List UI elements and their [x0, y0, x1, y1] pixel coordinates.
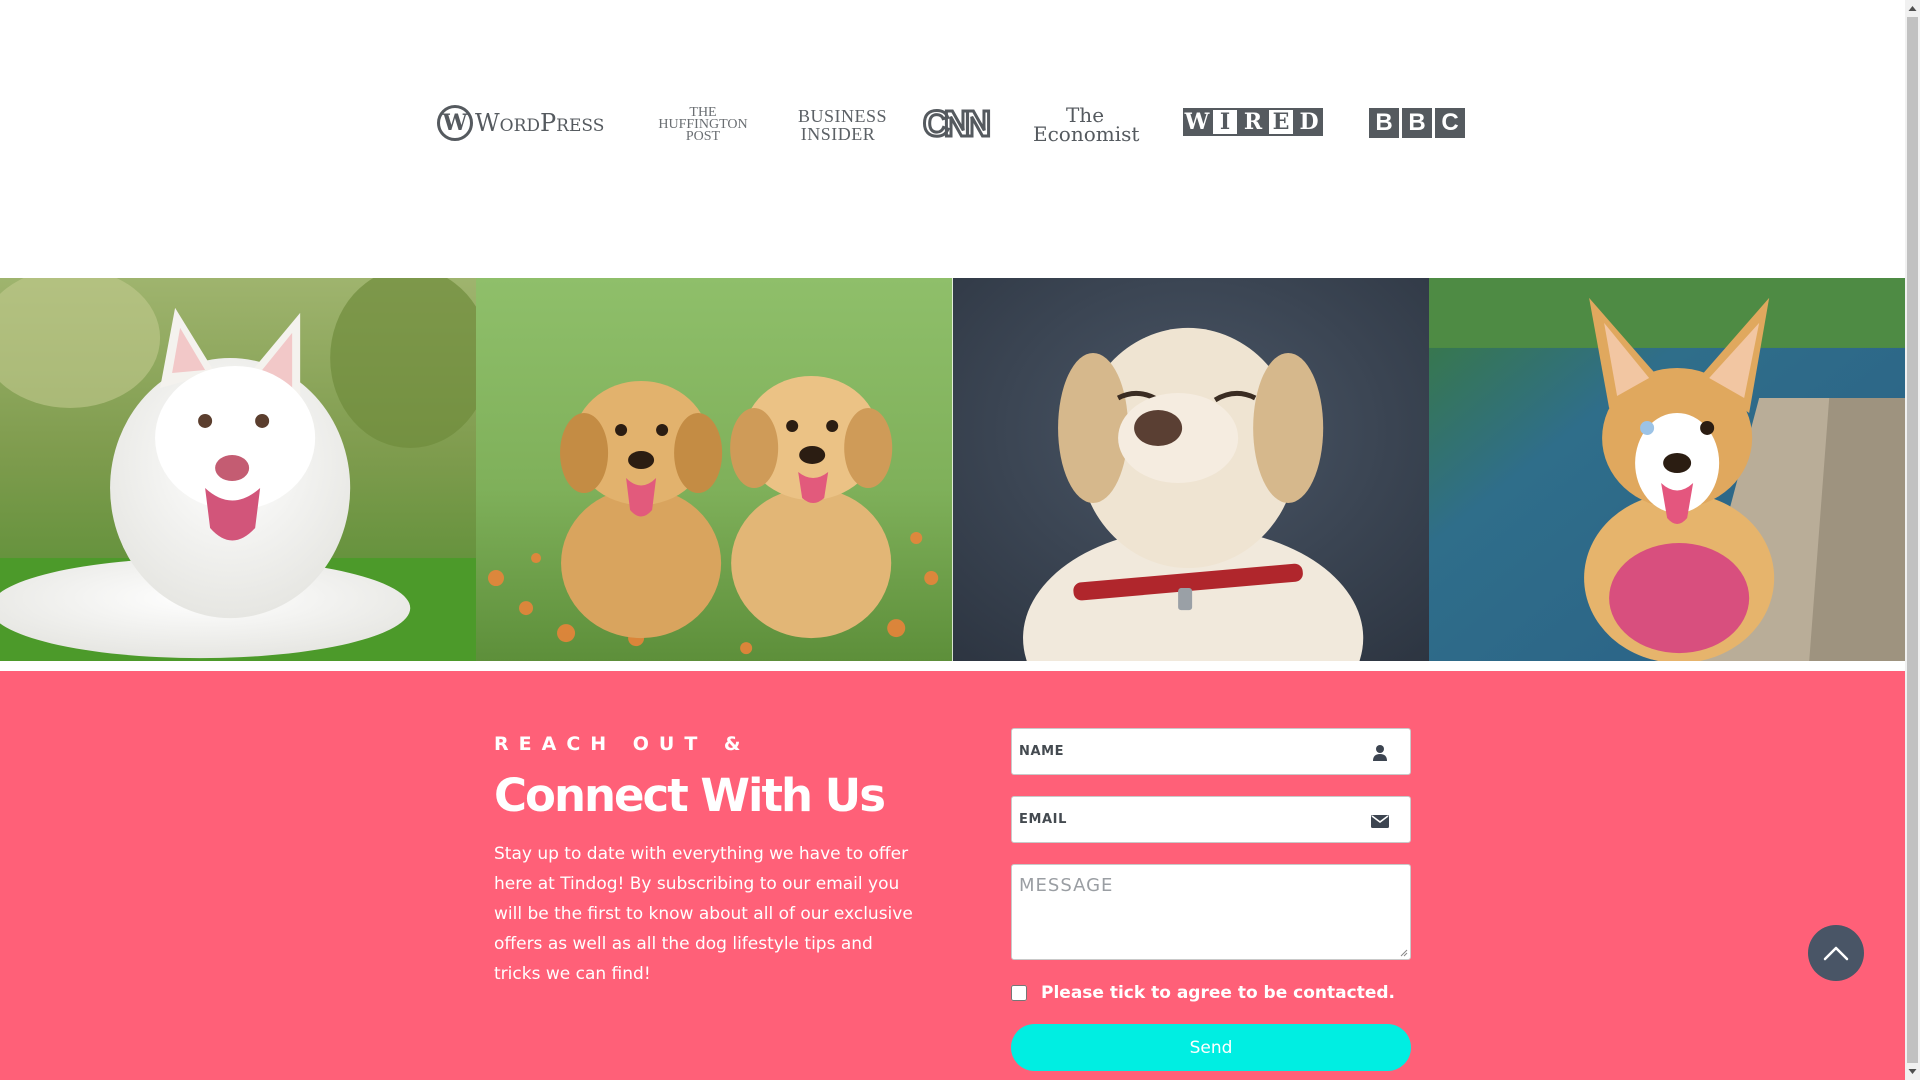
name-input[interactable] — [1019, 729, 1349, 774]
envelope-icon — [1371, 815, 1389, 828]
scroll-to-top-button[interactable] — [1808, 925, 1864, 981]
wired-logo-letter: E — [1267, 108, 1295, 136]
dog-photo-white-fluffy — [0, 278, 477, 661]
consent-checkbox[interactable] — [1011, 985, 1027, 1001]
wired-logo-letter: R — [1239, 108, 1267, 136]
page-content: W WordPress THE HUFFINGTON POST BUSINESS… — [0, 0, 1905, 1080]
business-insider-logo-line-1: BUSINESS — [798, 106, 888, 126]
contact-eyebrow: REACH OUT & — [494, 733, 751, 755]
wordpress-logo: W WordPress — [437, 103, 604, 143]
resize-grip-icon[interactable] — [1400, 949, 1408, 957]
bbc-logo: B B C — [1369, 108, 1468, 138]
wordpress-mark-icon: W — [437, 105, 473, 141]
cnn-logo: CNN — [922, 103, 993, 144]
huffington-logo-line-3: POST — [685, 129, 721, 144]
message-field[interactable] — [1011, 864, 1411, 960]
economist-logo: The Economist — [1033, 105, 1140, 146]
consent-row[interactable]: Please tick to agree to be contacted. — [1011, 983, 1395, 1003]
wired-logo: W I R E D — [1183, 108, 1323, 136]
bbc-logo-letter: B — [1402, 108, 1432, 138]
email-input[interactable] — [1019, 797, 1349, 842]
email-field[interactable] — [1011, 796, 1411, 843]
wordpress-logo-text: WordPress — [475, 109, 605, 137]
economist-logo-line-2: Economist — [1033, 122, 1140, 146]
contact-blurb: Stay up to date with everything we have … — [494, 844, 913, 984]
page-scrollbar[interactable] — [1905, 0, 1920, 1080]
scroll-down-arrow-icon[interactable] — [1905, 1063, 1920, 1080]
huffington-post-logo: THE HUFFINGTON POST — [653, 106, 753, 144]
message-textarea[interactable] — [1019, 875, 1399, 945]
contact-section: REACH OUT & Connect With Us Stay up to d… — [0, 671, 1905, 1080]
dog-photo-golden-puppies — [476, 278, 953, 661]
dog-photo-labrador — [952, 278, 1429, 661]
wired-logo-letter: I — [1211, 108, 1239, 136]
wired-logo-letter: D — [1295, 108, 1323, 136]
business-insider-logo-line-2: INSIDER — [800, 124, 876, 144]
bbc-logo-letter: C — [1435, 108, 1465, 138]
business-insider-logo: BUSINESS INSIDER — [798, 106, 888, 144]
scroll-up-arrow-icon[interactable] — [1905, 0, 1920, 17]
contact-headline: Connect With Us — [494, 769, 886, 822]
dog-gallery — [0, 278, 1905, 661]
scrollbar-thumb[interactable] — [1907, 17, 1918, 1063]
bbc-logo-letter: B — [1369, 108, 1399, 138]
send-button[interactable]: Send — [1011, 1024, 1411, 1071]
wired-logo-letter: W — [1183, 108, 1211, 136]
dog-photo-corgi — [1428, 278, 1905, 661]
consent-label: Please tick to agree to be contacted. — [1041, 983, 1395, 1003]
page: W WordPress THE HUFFINGTON POST BUSINESS… — [0, 0, 1920, 1080]
user-icon — [1373, 745, 1387, 761]
name-field[interactable] — [1011, 728, 1411, 775]
chevron-up-icon — [1823, 946, 1849, 961]
press-logos-section: W WordPress THE HUFFINGTON POST BUSINESS… — [0, 0, 1905, 278]
